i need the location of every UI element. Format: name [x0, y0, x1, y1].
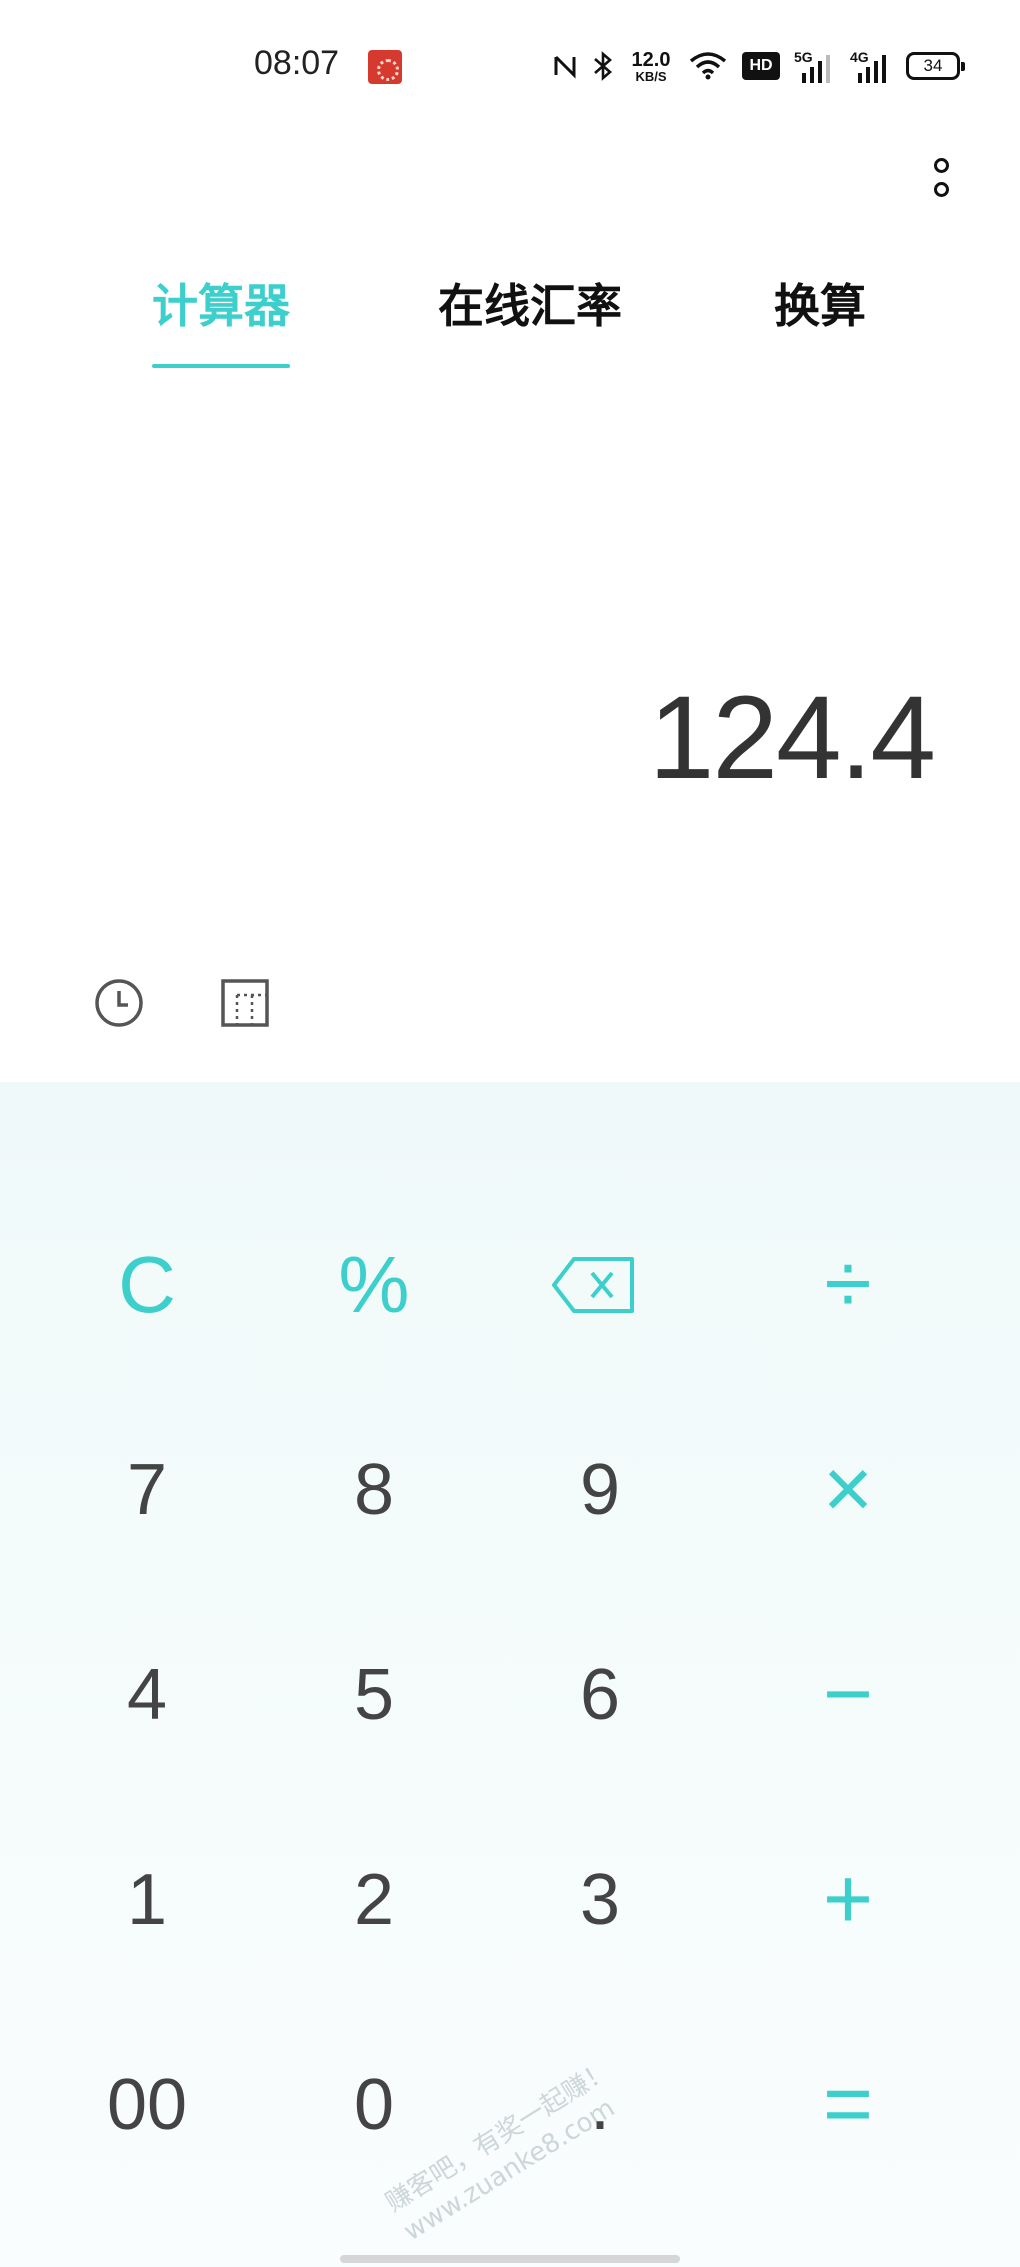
double-zero-button[interactable]: 00	[34, 2002, 260, 2207]
home-indicator[interactable]	[340, 2255, 680, 2263]
battery-icon: 34	[906, 52, 965, 80]
digit-8-button[interactable]: 8	[261, 1387, 487, 1592]
backspace-button[interactable]	[480, 1182, 706, 1387]
net-speed-unit: KB/S	[635, 68, 667, 84]
tab-unit-conversion[interactable]: 换算	[740, 270, 900, 380]
tab-bar: 计算器 在线汇率 换算	[0, 270, 1020, 380]
digit-5-button[interactable]: 5	[261, 1592, 487, 1797]
net-speed: 12.0 KB/S	[628, 50, 674, 83]
tab-online-exchange-rate[interactable]: 在线汇率	[430, 270, 630, 380]
add-button[interactable]: +	[735, 1797, 961, 2002]
nfc-icon	[552, 51, 578, 81]
status-time: 08:07	[254, 44, 340, 82]
digit-9-button[interactable]: 9	[487, 1387, 713, 1592]
more-dot-bottom	[934, 182, 949, 197]
scientific-mode-icon[interactable]	[218, 976, 272, 1030]
signal-4g-icon: 4G	[850, 49, 892, 83]
hd-voice-icon: HD	[742, 52, 780, 80]
notification-app-icon	[368, 50, 402, 84]
keypad: 赚客吧，有奖一起赚！ www.zuanke8.com C % ÷ 7 8 9 ×…	[0, 1082, 1020, 2267]
status-bar: 08:07 12.0 KB/S HD 5G 4G 34	[0, 0, 1020, 130]
more-options-icon[interactable]	[922, 154, 962, 204]
more-dot-top	[934, 158, 949, 173]
equals-button[interactable]: =	[735, 2002, 961, 2207]
history-icon[interactable]	[92, 976, 146, 1030]
active-tab-indicator	[152, 364, 290, 368]
multiply-button[interactable]: ×	[735, 1387, 961, 1592]
clear-button[interactable]: C	[34, 1182, 260, 1387]
digit-3-button[interactable]: 3	[487, 1797, 713, 2002]
subtract-button[interactable]: −	[735, 1592, 961, 1797]
digit-1-button[interactable]: 1	[34, 1797, 260, 2002]
net-speed-value: 12.0	[631, 48, 671, 71]
status-icons: 12.0 KB/S HD 5G 4G 34	[552, 44, 965, 88]
backspace-icon	[552, 1256, 634, 1313]
digit-4-button[interactable]: 4	[34, 1592, 260, 1797]
digit-7-button[interactable]: 7	[34, 1387, 260, 1592]
digit-0-button[interactable]: 0	[261, 2002, 487, 2207]
result-display: 124.4	[648, 672, 936, 804]
wifi-icon	[688, 51, 728, 81]
bluetooth-icon	[592, 50, 614, 82]
decimal-point-button[interactable]: .	[487, 2002, 713, 2207]
digit-2-button[interactable]: 2	[261, 1797, 487, 2002]
signal-5g-icon: 5G	[794, 49, 836, 83]
digit-6-button[interactable]: 6	[487, 1592, 713, 1797]
divide-button[interactable]: ÷	[735, 1182, 961, 1387]
percent-button[interactable]: %	[261, 1182, 487, 1387]
